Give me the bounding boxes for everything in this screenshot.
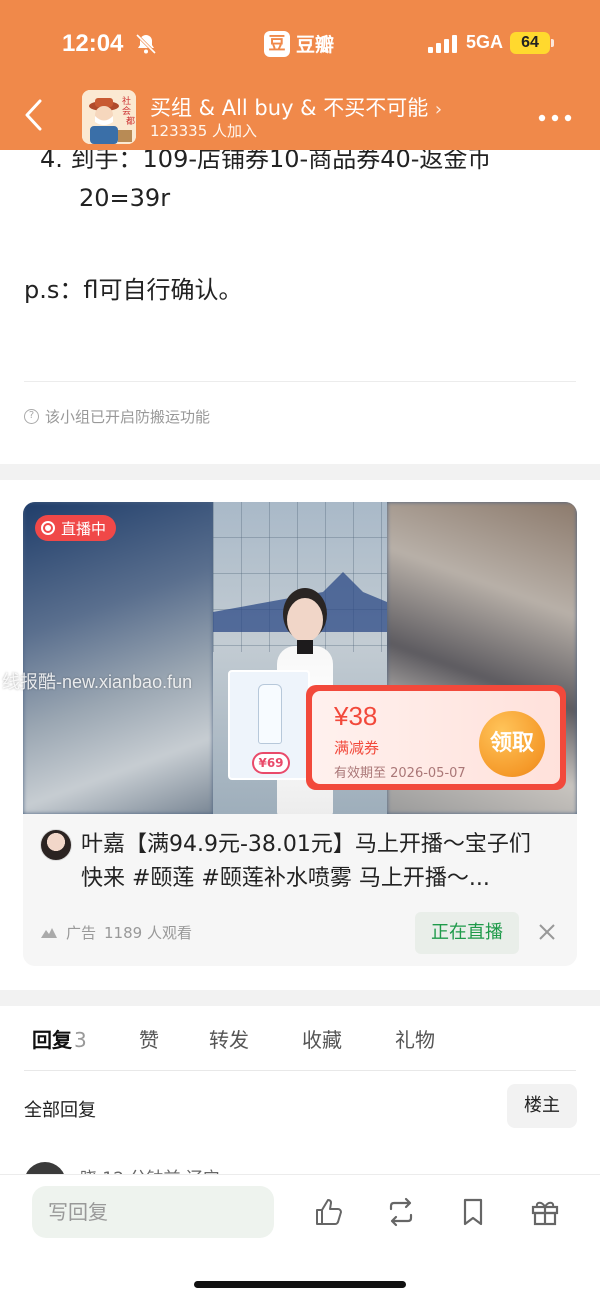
app-logo: 豆 豆瓣 bbox=[264, 30, 334, 57]
viewer-count: 1189 人观看 bbox=[104, 924, 192, 942]
live-badge: 直播中 bbox=[35, 515, 117, 541]
video-blur-left bbox=[23, 502, 213, 814]
tab-replies[interactable]: 回复 3 bbox=[32, 1024, 87, 1053]
section-separator bbox=[0, 464, 600, 480]
repost-icon[interactable] bbox=[384, 1195, 418, 1229]
svg-text:都: 都 bbox=[126, 116, 135, 127]
tab-gifts[interactable]: 礼物 bbox=[395, 1024, 435, 1053]
post-text-line: 20=39r bbox=[79, 184, 171, 212]
spray-bottle-image bbox=[258, 684, 282, 744]
reply-input[interactable] bbox=[32, 1186, 274, 1238]
all-replies-label: 全部回复 bbox=[24, 1100, 96, 1121]
tab-collects[interactable]: 收藏 bbox=[302, 1024, 342, 1053]
op-only-button[interactable]: 楼主 bbox=[507, 1084, 577, 1128]
coupon[interactable]: ¥38 满减券 有效期至 2026-05-07 领取 bbox=[306, 685, 566, 790]
signal-icon bbox=[428, 35, 457, 53]
status-bar: 12:04 豆 豆瓣 5GA 64 bbox=[0, 28, 600, 62]
product-price: ¥69 bbox=[252, 752, 290, 774]
live-video-preview[interactable]: ¥69 直播中 ¥38 满减券 有效期至 2026-05-07 领取 bbox=[23, 502, 577, 814]
ad-title[interactable]: 叶嘉【满94.9元-38.01元】马上开播～宝子们快来 #颐莲 #颐莲补水喷雾 … bbox=[81, 828, 551, 896]
tab-replies-count: 3 bbox=[74, 1028, 87, 1052]
tab-replies-label: 回复 bbox=[32, 1028, 72, 1052]
live-dot-icon bbox=[41, 521, 55, 535]
question-icon: ? bbox=[24, 409, 39, 424]
coupon-body: ¥38 满减券 有效期至 2026-05-07 领取 bbox=[312, 691, 560, 784]
more-icon[interactable] bbox=[538, 114, 572, 122]
back-arrow-icon[interactable] bbox=[22, 98, 46, 132]
group-avatar[interactable]: 社 会 都 bbox=[82, 90, 136, 144]
app-mark-icon: 豆 bbox=[264, 30, 290, 57]
divider bbox=[24, 1070, 576, 1071]
group-avatar-image: 社 会 都 bbox=[82, 90, 136, 144]
post-ps: p.s：fl可自行确认。 bbox=[24, 276, 243, 304]
app-name: 豆瓣 bbox=[296, 34, 335, 56]
home-indicator bbox=[194, 1281, 406, 1288]
svg-text:会: 会 bbox=[122, 105, 131, 117]
top-bar: 12:04 豆 豆瓣 5GA 64 社 会 都 买组 & All buy & 不… bbox=[0, 0, 600, 150]
watermark-text: 线报酷-new.xianbao.fun bbox=[2, 672, 193, 692]
tab-likes[interactable]: 赞 bbox=[139, 1024, 159, 1053]
live-ad-card[interactable]: ¥69 直播中 ¥38 满减券 有效期至 2026-05-07 领取 叶嘉【满9… bbox=[23, 502, 577, 966]
douban-ad-icon bbox=[41, 927, 57, 938]
coupon-expiry: 有效期至 2026-05-07 bbox=[334, 766, 466, 781]
group-title-text: 买组 & All buy & 不买不可能 bbox=[150, 96, 429, 120]
ad-label: 广告 bbox=[66, 924, 97, 942]
bottom-bar bbox=[0, 1174, 600, 1300]
svg-text:社: 社 bbox=[122, 95, 131, 107]
network-type: 5GA bbox=[466, 32, 504, 52]
section-separator bbox=[0, 990, 600, 1006]
group-header: 社 会 都 买组 & All buy & 不买不可能 › 123335 人加入 bbox=[0, 84, 600, 146]
avatar[interactable] bbox=[40, 829, 72, 861]
gift-icon[interactable] bbox=[528, 1195, 562, 1229]
host-neck bbox=[297, 640, 313, 654]
bell-muted-icon bbox=[135, 33, 157, 55]
reaction-tabs: 回复 3 赞 转发 收藏 礼物 bbox=[0, 1022, 600, 1062]
member-count: 123335 人加入 bbox=[150, 122, 258, 140]
status-time: 12:04 bbox=[62, 30, 124, 57]
like-icon[interactable] bbox=[312, 1195, 346, 1229]
live-badge-text: 直播中 bbox=[61, 519, 107, 538]
ad-meta: 广告 1189 人观看 bbox=[40, 922, 192, 943]
claim-coupon-button[interactable]: 领取 bbox=[479, 711, 545, 777]
notice-text: 该小组已开启防搬运功能 bbox=[45, 408, 211, 426]
coupon-price: ¥38 bbox=[334, 701, 378, 731]
divider bbox=[24, 381, 576, 382]
host-head bbox=[287, 598, 323, 642]
bookmark-icon[interactable] bbox=[456, 1195, 490, 1229]
group-title[interactable]: 买组 & All buy & 不买不可能 › bbox=[150, 92, 442, 122]
chevron-right-icon: › bbox=[434, 99, 443, 120]
anti-repost-notice: ? 该小组已开启防搬运功能 bbox=[24, 406, 210, 427]
tab-reposts[interactable]: 转发 bbox=[209, 1024, 249, 1053]
watch-live-button[interactable]: 正在直播 bbox=[415, 912, 519, 954]
product-card: ¥69 bbox=[228, 670, 310, 780]
battery-level: 64 bbox=[510, 32, 550, 54]
coupon-type: 满减券 bbox=[334, 739, 380, 757]
close-icon[interactable] bbox=[537, 922, 557, 942]
battery-tip bbox=[551, 39, 554, 47]
